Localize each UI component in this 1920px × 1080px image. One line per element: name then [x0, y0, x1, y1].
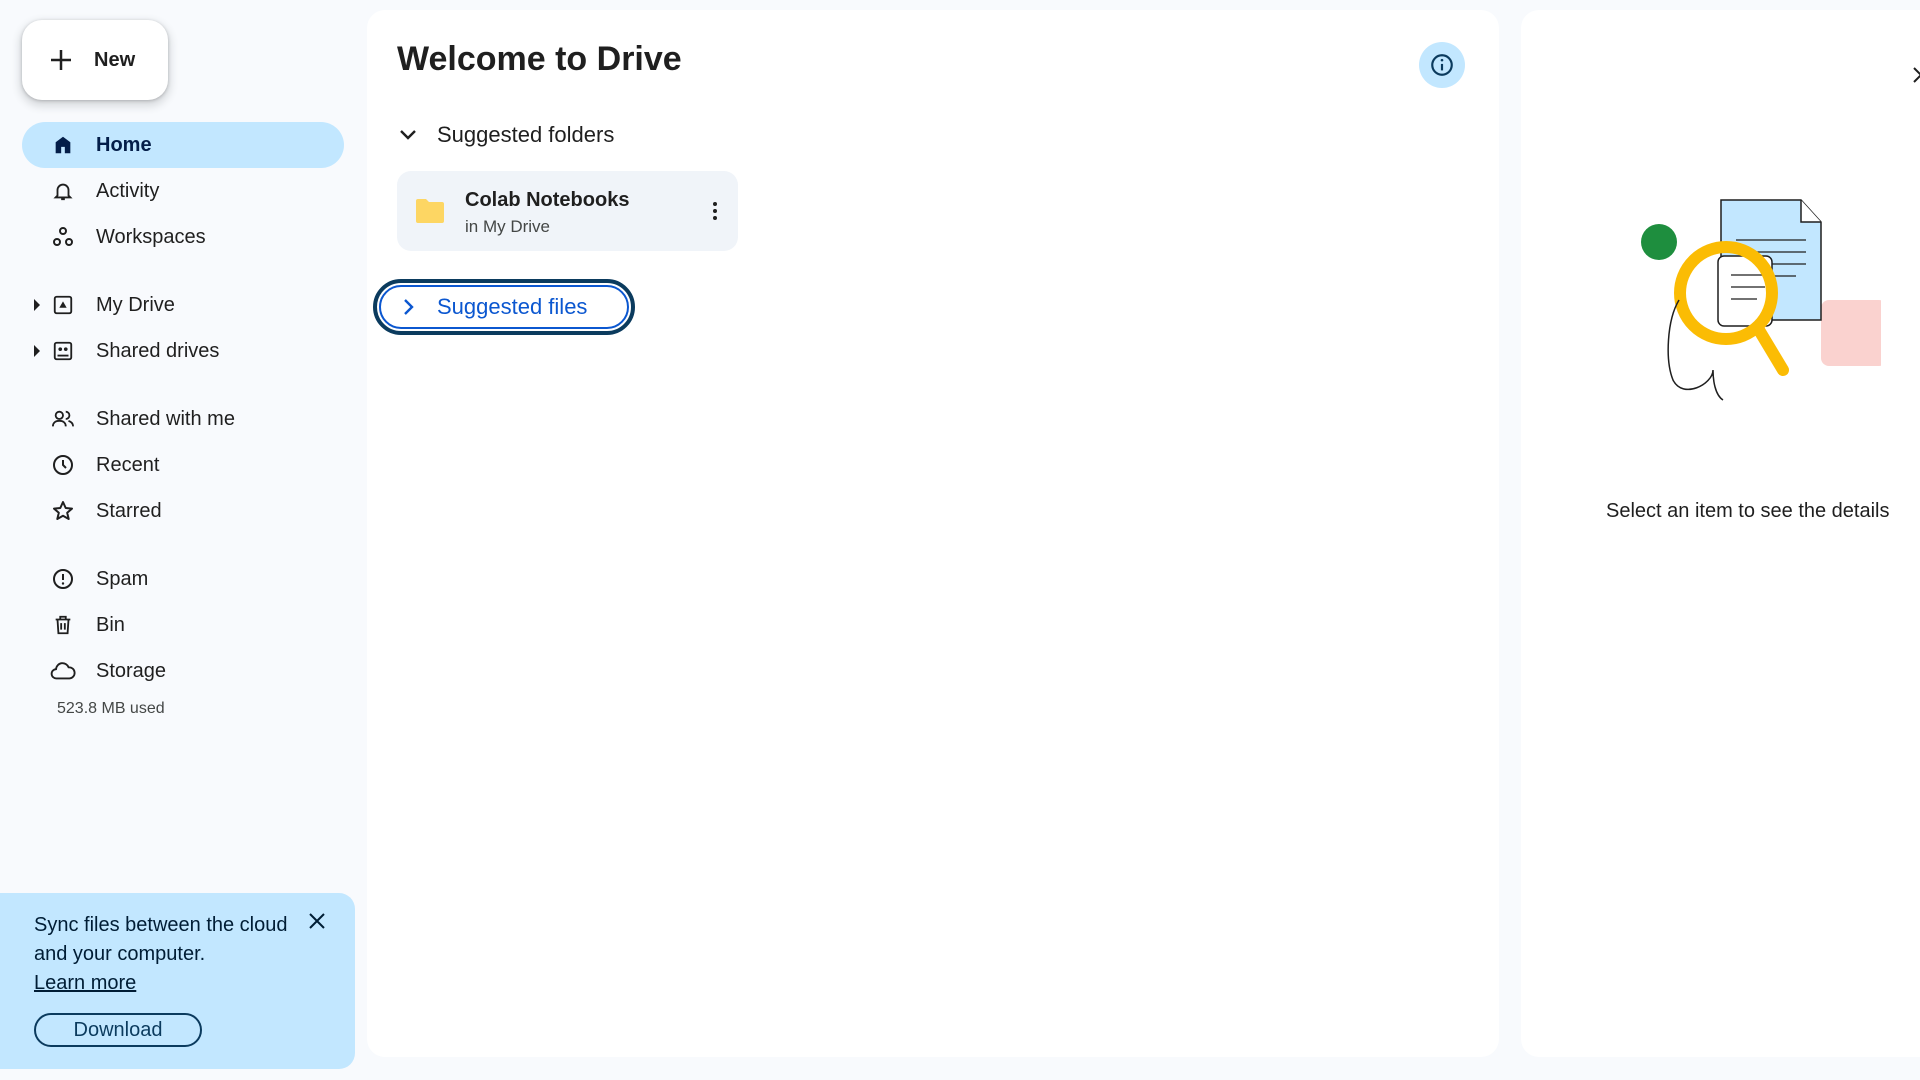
- sync-promo-text: Sync files between the cloud and your co…: [34, 914, 288, 965]
- details-panel: Select an item to see the details: [1521, 10, 1920, 1057]
- sidebar-item-shared-with-me[interactable]: Shared with me: [22, 396, 344, 442]
- my-drive-icon: [50, 292, 76, 318]
- suggested-folders-toggle[interactable]: Suggested folders: [397, 122, 614, 148]
- sidebar-item-label: Spam: [96, 567, 149, 590]
- sidebar-item-my-drive[interactable]: My Drive: [22, 282, 344, 328]
- sidebar-item-label: Recent: [96, 453, 160, 476]
- learn-more-link[interactable]: Learn more: [34, 969, 136, 998]
- sidebar-item-label: Storage: [96, 659, 167, 682]
- sidebar-item-recent[interactable]: Recent: [22, 442, 344, 488]
- new-button[interactable]: New: [22, 20, 168, 100]
- sidebar-item-shared-drives[interactable]: Shared drives: [22, 328, 344, 374]
- sidebar-item-label: My Drive: [96, 293, 175, 316]
- suggested-files-label: Suggested files: [437, 294, 588, 319]
- trash-icon: [50, 612, 76, 638]
- close-icon[interactable]: [301, 905, 333, 937]
- people-icon: [50, 406, 76, 432]
- sidebar-item-label: Workspaces: [96, 225, 206, 248]
- chevron-right-icon: [404, 299, 414, 315]
- spam-icon: [50, 566, 76, 592]
- folder-name: Colab Notebooks: [465, 189, 630, 211]
- expand-caret-icon[interactable]: [34, 345, 40, 357]
- chevron-down-icon: [397, 124, 419, 146]
- storage-used-text: 523.8 MB used: [57, 700, 165, 717]
- main-panel: Welcome to Drive Suggested folders Colab…: [367, 10, 1864, 1057]
- more-vert-icon[interactable]: [710, 199, 720, 223]
- sidebar-item-label: Shared with me: [96, 407, 235, 430]
- cloud-icon: [50, 658, 76, 684]
- new-button-label: New: [94, 48, 136, 71]
- info-icon[interactable]: [1419, 42, 1465, 88]
- star-icon: [50, 498, 76, 524]
- details-illustration: [1641, 199, 1881, 401]
- page-title: Welcome to Drive: [397, 40, 682, 78]
- sidebar-item-label: Starred: [96, 499, 162, 522]
- workspaces-icon: [50, 224, 76, 250]
- bell-icon: [50, 178, 76, 204]
- folder-icon: [416, 199, 444, 223]
- download-button[interactable]: Download: [34, 1013, 202, 1047]
- sidebar-item-label: Activity: [96, 179, 160, 202]
- sidebar-item-label: Shared drives: [96, 339, 220, 362]
- expand-caret-icon[interactable]: [34, 299, 40, 311]
- close-icon[interactable]: [1911, 60, 1920, 90]
- shared-drives-icon: [50, 338, 76, 364]
- home-icon: [50, 132, 76, 158]
- sidebar-item-label: Bin: [96, 613, 125, 636]
- sidebar-item-home[interactable]: Home: [22, 122, 344, 168]
- sidebar-item-storage[interactable]: Storage: [22, 648, 344, 694]
- suggested-files-toggle[interactable]: Suggested files: [373, 279, 635, 335]
- sidebar-item-bin[interactable]: Bin: [22, 602, 344, 648]
- folder-location: in My Drive: [465, 217, 551, 236]
- sidebar-item-label: Home: [96, 133, 152, 156]
- folder-card[interactable]: Colab Notebooks in My Drive: [397, 171, 738, 251]
- sidebar-item-activity[interactable]: Activity: [22, 168, 344, 214]
- clock-icon: [50, 452, 76, 478]
- sync-promo-card: Sync files between the cloud and your co…: [0, 893, 355, 1069]
- sidebar-item-workspaces[interactable]: Workspaces: [22, 214, 344, 260]
- details-empty-message: Select an item to see the details: [1606, 500, 1890, 522]
- sidebar-nav: Home Activity Workspaces My Drive Shared…: [22, 122, 344, 718]
- sidebar-item-starred[interactable]: Starred: [22, 488, 344, 534]
- plus-icon: [51, 50, 71, 70]
- sidebar-item-spam[interactable]: Spam: [22, 556, 344, 602]
- suggested-folders-label: Suggested folders: [437, 122, 615, 147]
